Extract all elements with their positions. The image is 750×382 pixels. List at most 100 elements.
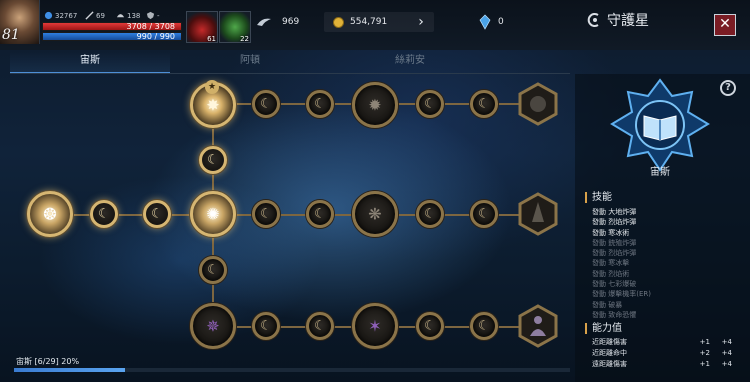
- gold-coin-icon: [333, 16, 344, 28]
- skill-node-mid-center[interactable]: ❋: [352, 191, 398, 237]
- skill-item: 發動 致命恐懼: [592, 310, 637, 319]
- moon-icon: ☾: [424, 206, 436, 222]
- ability-list: 近距離傷害 +1 +4 近距離命中 +2 +4 遠距離傷害 +1 +4: [592, 337, 742, 370]
- crystal-currency: 0: [478, 12, 504, 32]
- close-button[interactable]: ✕: [714, 14, 736, 36]
- moon-icon: ☾: [314, 318, 326, 334]
- skill-node-start[interactable]: ❂: [27, 191, 73, 237]
- constellation-name: 宙斯: [650, 167, 670, 178]
- node-bottom-2[interactable]: ☾: [252, 312, 280, 340]
- skill-item: 發動 銃殖炸彈: [592, 238, 637, 247]
- skill-node-bottom-start[interactable]: ✵: [190, 303, 236, 349]
- node-mid-8[interactable]: ☾: [416, 200, 444, 228]
- node-mid-5[interactable]: ☾: [252, 200, 280, 228]
- tab-zeus[interactable]: 宙斯: [10, 52, 170, 74]
- node-top-6[interactable]: ☾: [470, 90, 498, 118]
- moon-icon: ☾: [260, 96, 272, 112]
- progress-track: [14, 368, 570, 372]
- tab-divider: [10, 73, 570, 74]
- node-vertical-2[interactable]: ☾: [199, 256, 227, 284]
- skill-item: 發動 七彩爆破: [592, 280, 637, 289]
- ability-row: 遠距離傷害 +1 +4: [592, 359, 742, 370]
- node-bottom-3[interactable]: ☾: [306, 312, 334, 340]
- skill-node-bottom-end[interactable]: [516, 304, 560, 348]
- skill-node-top-mid[interactable]: ✹: [352, 82, 398, 128]
- helmet-icon: [116, 14, 125, 18]
- moon-icon: ☾: [207, 262, 219, 278]
- moon-icon: ☾: [478, 318, 490, 334]
- skill-item: 發動 烈焰術: [592, 269, 630, 278]
- ability-b: +4: [721, 360, 732, 368]
- herb-slot[interactable]: 22: [219, 11, 251, 43]
- skill-item: 發動 烈焰炸彈: [592, 218, 637, 227]
- ability-label: 近距離傷害: [592, 338, 627, 346]
- tab-aton[interactable]: 阿頓: [170, 52, 330, 74]
- defense-stat: 138: [116, 11, 140, 20]
- moon-icon: ☾: [207, 152, 219, 168]
- moon-icon: ☾: [424, 318, 436, 334]
- skill-node-mid-core[interactable]: ✺: [190, 191, 236, 237]
- skills-title: 技能: [585, 192, 612, 203]
- gold-currency: 554,791: [333, 12, 387, 32]
- node-top-2[interactable]: ☾: [252, 90, 280, 118]
- star-badge-icon: ★: [205, 80, 219, 94]
- node-mid-6[interactable]: ☾: [306, 200, 334, 228]
- progress-fill: [14, 368, 126, 372]
- ability-label: 近距離命中: [592, 349, 627, 357]
- skill-node-bottom-mid[interactable]: ✶: [352, 303, 398, 349]
- ability-b: +4: [721, 349, 732, 357]
- tab-silian[interactable]: 絲莉安: [330, 52, 490, 74]
- node-mid-9[interactable]: ☾: [470, 200, 498, 228]
- node-mid-3[interactable]: ☾: [143, 200, 171, 228]
- wing-icon: [257, 18, 271, 26]
- node-bottom-6[interactable]: ☾: [470, 312, 498, 340]
- skill-list: 發動 大地炸彈 發動 烈焰炸彈 發動 寒冰術 發動 銃殖炸彈 發動 烈焰炸彈 發動 寒冰擊…: [592, 207, 682, 320]
- wings-currency: 969: [256, 12, 299, 32]
- ability-row: 近距離傷害 +1 +4: [592, 337, 742, 348]
- mp-bar: 990 / 990: [42, 32, 182, 41]
- power-stat: 32767: [44, 11, 77, 20]
- currency-expand-button[interactable]: ›: [414, 13, 428, 31]
- moon-icon: ☾: [424, 96, 436, 112]
- skill-node-top-end[interactable]: [516, 82, 560, 126]
- potion-slot[interactable]: 61: [186, 11, 218, 43]
- skill-item: 發動 爆擊機率(ER): [592, 290, 651, 299]
- abilities-title: 能力值: [585, 323, 622, 334]
- moon-icon: ☾: [260, 206, 272, 222]
- skill-item: 發動 烈焰炸彈: [592, 249, 637, 258]
- ability-a: +1: [699, 338, 710, 346]
- ability-row: 近距離命中 +2 +4: [592, 348, 742, 359]
- node-bottom-5[interactable]: ☾: [416, 312, 444, 340]
- node-vertical-1[interactable]: ☾: [199, 146, 227, 174]
- shield-icon: [146, 11, 155, 20]
- skill-item: 發動 寒冰擊: [592, 259, 630, 268]
- moon-icon: ☾: [314, 96, 326, 112]
- attack-stat: 69: [85, 11, 105, 20]
- character-level: 81: [2, 27, 20, 43]
- misc-stat: -: [146, 11, 160, 20]
- node-top-5[interactable]: ☾: [416, 90, 444, 118]
- sword-icon: [85, 11, 94, 20]
- moon-icon: ☾: [260, 318, 272, 334]
- ability-a: +1: [699, 360, 710, 368]
- moon-icon: ☾: [478, 96, 490, 112]
- constellation-tabs: 宙斯 阿頓 絲莉安: [10, 52, 570, 74]
- ability-b: +4: [721, 338, 732, 346]
- page-title: 守護星: [585, 10, 649, 30]
- moon-icon: ☾: [151, 206, 163, 222]
- crystal-icon: [479, 14, 491, 30]
- node-top-3[interactable]: ☾: [306, 90, 334, 118]
- moon-icon: ☾: [98, 206, 110, 222]
- guardian-star-icon: [587, 13, 599, 27]
- mp-text: 990 / 990: [136, 32, 175, 41]
- skill-item: 發動 大地炸彈: [592, 208, 637, 216]
- potion-count: 61: [207, 35, 216, 43]
- skill-node-mid-end[interactable]: [516, 192, 560, 236]
- skill-item: 發動 破暴: [592, 300, 623, 309]
- ability-a: +2: [699, 349, 710, 357]
- help-icon[interactable]: ?: [720, 80, 736, 96]
- hp-bar: 3708 / 3708: [42, 22, 182, 31]
- ability-label: 遠距離傷害: [592, 360, 627, 368]
- node-mid-2[interactable]: ☾: [90, 200, 118, 228]
- zeus-emblem-icon: [610, 78, 710, 172]
